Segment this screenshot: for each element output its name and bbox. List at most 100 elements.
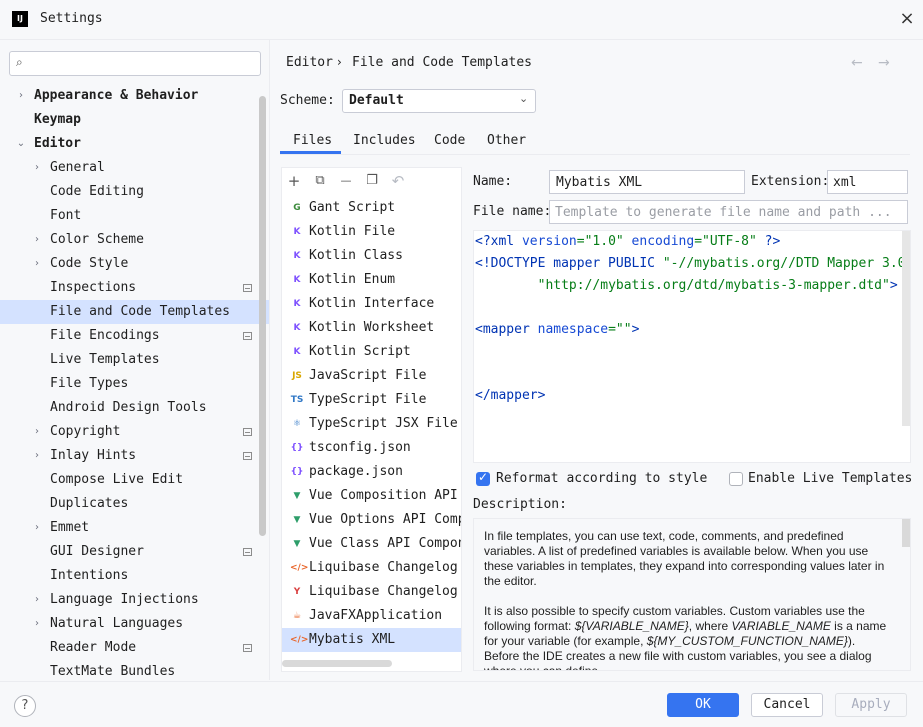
file-type-icon: {} bbox=[290, 443, 304, 453]
template-label: Kotlin Interface bbox=[309, 296, 435, 311]
sidebar-item[interactable]: File Types bbox=[0, 372, 269, 396]
reformat-label[interactable]: Reformat according to style bbox=[496, 471, 707, 486]
file-type-icon: K bbox=[293, 347, 301, 357]
sidebar-item[interactable]: Font bbox=[0, 204, 269, 228]
ok-button[interactable]: OK bbox=[667, 693, 739, 717]
sidebar-scrollbar[interactable] bbox=[259, 96, 266, 536]
name-input[interactable] bbox=[549, 170, 745, 194]
chevron-down-icon[interactable]: ⌄ bbox=[15, 132, 27, 156]
sidebar-item[interactable]: Duplicates bbox=[0, 492, 269, 516]
sidebar-item[interactable]: File and Code Templates bbox=[0, 300, 269, 324]
sidebar-item-label: Keymap bbox=[34, 112, 81, 127]
template-list-item[interactable]: {} package.json bbox=[282, 460, 461, 484]
project-level-icon bbox=[243, 548, 252, 556]
project-level-icon bbox=[243, 332, 252, 340]
sidebar-item[interactable]: › Appearance & Behavior bbox=[0, 84, 269, 108]
breadcrumb-parent[interactable]: Editor bbox=[286, 55, 333, 70]
sidebar-item-label: File and Code Templates bbox=[50, 304, 231, 319]
chevron-right-icon[interactable]: › bbox=[31, 156, 43, 180]
template-list-item[interactable]: Y Liquibase Changelog bbox=[282, 580, 461, 604]
template-list-item[interactable]: K Kotlin Interface bbox=[282, 292, 461, 316]
sidebar-item[interactable]: Android Design Tools bbox=[0, 396, 269, 420]
template-list-item[interactable]: G Gant Script bbox=[282, 196, 461, 220]
copy-icon[interactable]: ❐ bbox=[362, 171, 382, 191]
add-child-icon[interactable]: ⧉ bbox=[310, 171, 330, 191]
tab-other[interactable]: Other bbox=[487, 133, 526, 148]
sidebar-item-label: Editor bbox=[34, 136, 81, 151]
sidebar-item[interactable]: Live Templates bbox=[0, 348, 269, 372]
remove-icon[interactable]: — bbox=[336, 171, 356, 191]
list-horizontal-scrollbar[interactable] bbox=[282, 660, 392, 667]
cancel-button[interactable]: Cancel bbox=[751, 693, 823, 717]
sidebar-item[interactable]: › Language Injections bbox=[0, 588, 269, 612]
sidebar-item[interactable]: GUI Designer bbox=[0, 540, 269, 564]
template-list-item[interactable]: K Kotlin Worksheet bbox=[282, 316, 461, 340]
scheme-select[interactable]: Default ⌄ bbox=[342, 89, 536, 113]
template-list-item[interactable]: K Kotlin Enum bbox=[282, 268, 461, 292]
sidebar-item[interactable]: Code Editing bbox=[0, 180, 269, 204]
sidebar-item[interactable]: › Copyright bbox=[0, 420, 269, 444]
sidebar-item[interactable]: ⌄ Editor bbox=[0, 132, 269, 156]
chevron-right-icon[interactable]: › bbox=[31, 444, 43, 468]
reformat-checkbox[interactable] bbox=[476, 470, 490, 486]
sidebar-item[interactable]: Inspections bbox=[0, 276, 269, 300]
reset-icon[interactable]: ↶ bbox=[388, 171, 408, 191]
chevron-right-icon[interactable]: › bbox=[31, 612, 43, 636]
template-list-item[interactable]: ⚛ TypeScript JSX File bbox=[282, 412, 461, 436]
sidebar-item[interactable]: Intentions bbox=[0, 564, 269, 588]
tab-files[interactable]: Files bbox=[293, 133, 332, 148]
template-list-item[interactable]: JS JavaScript File bbox=[282, 364, 461, 388]
template-list-item[interactable]: </> Mybatis XML bbox=[282, 628, 461, 652]
template-list-item[interactable]: </> Liquibase Changelog bbox=[282, 556, 461, 580]
template-label: Mybatis XML bbox=[309, 632, 396, 647]
template-list-item[interactable]: ☕ JavaFXApplication bbox=[282, 604, 461, 628]
sidebar-item[interactable]: › Emmet bbox=[0, 516, 269, 540]
template-code-editor[interactable]: <?xml version="1.0" encoding="UTF-8" ?> … bbox=[473, 230, 911, 463]
template-list-item[interactable]: K Kotlin Class bbox=[282, 244, 461, 268]
sidebar-item[interactable]: › General bbox=[0, 156, 269, 180]
forward-arrow-icon[interactable]: → bbox=[878, 55, 890, 71]
template-list-item[interactable]: TS TypeScript File bbox=[282, 388, 461, 412]
template-label: Vue Class API Componen bbox=[309, 536, 461, 551]
template-list-item[interactable]: ▼ Vue Options API Compon bbox=[282, 508, 461, 532]
tab-code[interactable]: Code bbox=[434, 133, 465, 148]
live-templates-label[interactable]: Enable Live Templates bbox=[748, 471, 912, 486]
chevron-right-icon[interactable]: › bbox=[31, 420, 43, 444]
chevron-right-icon[interactable]: › bbox=[31, 228, 43, 252]
template-list-item[interactable]: K Kotlin Script bbox=[282, 340, 461, 364]
sidebar-item[interactable]: Compose Live Edit bbox=[0, 468, 269, 492]
sidebar-item[interactable]: › Inlay Hints bbox=[0, 444, 269, 468]
template-list-item[interactable]: {} tsconfig.json bbox=[282, 436, 461, 460]
sidebar-item[interactable]: TextMate Bundles bbox=[0, 660, 269, 680]
back-arrow-icon[interactable]: ← bbox=[851, 55, 863, 71]
template-list-item[interactable]: K Kotlin File bbox=[282, 220, 461, 244]
description-scrollbar[interactable] bbox=[902, 519, 910, 547]
chevron-right-icon[interactable]: › bbox=[31, 588, 43, 612]
template-list-item[interactable]: ▼ Vue Composition API Co bbox=[282, 484, 461, 508]
add-icon[interactable]: + bbox=[284, 171, 304, 191]
chevron-right-icon[interactable]: › bbox=[31, 516, 43, 540]
breadcrumb-current: File and Code Templates bbox=[352, 55, 533, 70]
template-label: Liquibase Changelog bbox=[309, 560, 458, 575]
sidebar-item[interactable]: Reader Mode bbox=[0, 636, 269, 660]
template-list-item[interactable]: ▼ Vue Class API Componen bbox=[282, 532, 461, 556]
chevron-right-icon[interactable]: › bbox=[31, 252, 43, 276]
filename-input[interactable] bbox=[549, 200, 908, 224]
search-input[interactable]: ⌕ bbox=[9, 51, 261, 76]
sidebar-item[interactable]: › Code Style bbox=[0, 252, 269, 276]
sidebar-item[interactable]: File Encodings bbox=[0, 324, 269, 348]
chevron-right-icon[interactable]: › bbox=[15, 84, 27, 108]
sidebar-item-label: Appearance & Behavior bbox=[34, 88, 199, 103]
sidebar-item-label: Compose Live Edit bbox=[50, 472, 184, 487]
tab-includes[interactable]: Includes bbox=[353, 133, 416, 148]
help-button[interactable]: ? bbox=[14, 695, 36, 717]
sidebar-item[interactable]: Keymap bbox=[0, 108, 269, 132]
sidebar-item[interactable]: › Color Scheme bbox=[0, 228, 269, 252]
apply-button[interactable]: Apply bbox=[835, 693, 907, 717]
settings-sidebar: ⌕ › Appearance & Behavior Keymap ⌄ Editor › Ge… bbox=[0, 40, 270, 680]
extension-input[interactable] bbox=[827, 170, 908, 194]
sidebar-item[interactable]: › Natural Languages bbox=[0, 612, 269, 636]
code-scrollbar[interactable] bbox=[902, 231, 910, 426]
live-templates-checkbox[interactable] bbox=[729, 472, 743, 486]
close-icon[interactable]: × bbox=[897, 9, 917, 29]
